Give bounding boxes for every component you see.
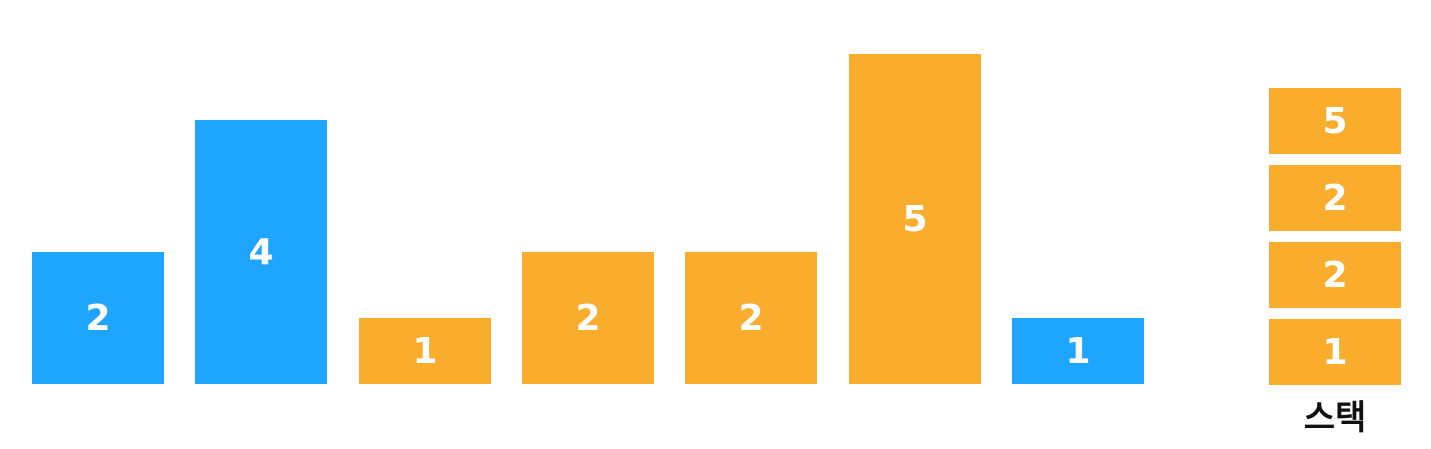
stack-diagram: 2 4 1 2 2 5 1 5 2 2 1 스택 [0, 0, 1431, 449]
stack-item-2: 2 [1269, 165, 1401, 231]
stack-item-bottom: 1 [1269, 319, 1401, 385]
bar-5: 2 [685, 252, 817, 384]
bar-2: 4 [195, 120, 327, 384]
stack-item-3: 2 [1269, 242, 1401, 308]
stack-item-value: 2 [1322, 177, 1348, 219]
stack-item-top: 5 [1269, 88, 1401, 154]
bar-6: 5 [849, 54, 981, 384]
bar-7-value: 1 [1065, 330, 1091, 372]
bar-7: 1 [1012, 318, 1144, 384]
bar-1-value: 2 [85, 297, 111, 339]
bar-5-value: 2 [738, 297, 764, 339]
stack-item-value: 2 [1322, 254, 1348, 296]
bar-4: 2 [522, 252, 654, 384]
bar-6-value: 5 [902, 198, 928, 240]
bar-3: 1 [359, 318, 491, 384]
stack-item-value: 5 [1322, 100, 1348, 142]
bar-4-value: 2 [575, 297, 601, 339]
bar-1: 2 [32, 252, 164, 384]
stack-item-value: 1 [1322, 331, 1348, 373]
stack-label: 스택 [1303, 398, 1367, 438]
bar-3-value: 1 [412, 330, 438, 372]
bar-2-value: 4 [248, 231, 274, 273]
